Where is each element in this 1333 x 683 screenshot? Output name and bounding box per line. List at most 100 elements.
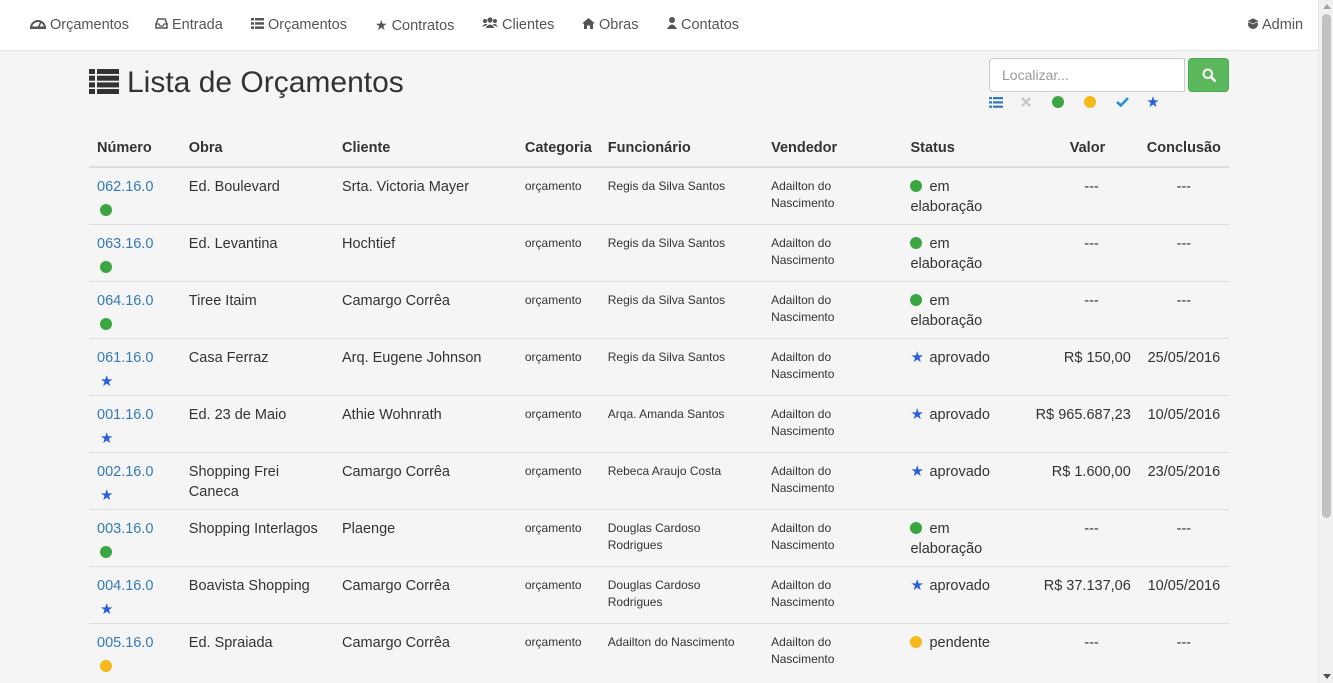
cell-obra: Ed. Boulevard — [180, 166, 334, 224]
search-icon — [1202, 68, 1216, 82]
valor-text: --- — [1084, 292, 1099, 309]
filter-approved-star-icon[interactable]: ★ — [1145, 95, 1161, 110]
in-progress-dot-icon — [910, 521, 923, 534]
approved-star-icon: ★ — [100, 486, 114, 504]
conclusao-text: 10/05/2016 — [1147, 406, 1221, 423]
nav-brand[interactable]: Orçamentos — [29, 0, 129, 50]
column-header-cliente[interactable]: Cliente — [334, 129, 517, 168]
filter-in-progress-dot-icon[interactable] — [1050, 95, 1066, 109]
orcamento-number-link[interactable]: 002.16.0 — [97, 464, 153, 480]
orcamento-number-link[interactable]: 063.16.0 — [97, 236, 153, 252]
column-header-funcionario[interactable]: Funcionário — [599, 129, 764, 168]
cell-numero: 005.16.0 — [89, 622, 181, 680]
nav-item-contatos[interactable]: Contatos — [667, 0, 739, 50]
cell-conclusao: 23/05/2016 — [1138, 451, 1229, 509]
filter-all-list-icon[interactable] — [988, 95, 1004, 109]
cell-funcionario: Adailton do Nascimento — [599, 622, 764, 680]
valor-text: --- — [1084, 634, 1099, 651]
approved-star-icon: ★ — [100, 372, 114, 390]
cell-categoria: orçamento — [516, 451, 600, 509]
valor-text: R$ 1.600,00 — [1051, 463, 1131, 480]
cell-vendedor: Adailton do Nascimento — [763, 508, 903, 566]
column-header-vendedor[interactable]: Vendedor — [763, 129, 903, 168]
in-progress-dot-icon — [100, 204, 112, 216]
scroll-down-arrow-icon[interactable] — [1323, 674, 1331, 679]
users-icon — [482, 0, 498, 50]
cell-numero: 001.16.0 ★ — [89, 394, 181, 452]
cell-status: em elaboração — [902, 166, 1015, 224]
approved-star-icon: ★ — [910, 405, 924, 423]
table-row[interactable]: 064.16.0 Tiree Itaim Camargo Corrêa orçamen… — [89, 280, 1229, 338]
cell-categoria: orçamento — [516, 565, 600, 623]
status-label: aprovado — [929, 349, 990, 366]
nav-item-orcamentos[interactable]: Orçamentos — [251, 0, 347, 50]
in-progress-dot-icon — [910, 293, 923, 306]
cell-numero: 061.16.0 ★ — [89, 337, 181, 395]
cell-funcionario: Arqa. Amanda Santos — [599, 394, 764, 452]
column-header-valor[interactable]: Valor — [1014, 129, 1139, 168]
top-navbar: Orçamentos Entrada Orçamentos ★ Contratos… — [0, 0, 1318, 51]
nav-user-menu[interactable]: Admin — [1246, 0, 1303, 50]
cell-valor: --- — [1014, 280, 1139, 338]
orcamento-number-link[interactable]: 004.16.0 — [97, 578, 153, 594]
column-header-numero[interactable]: Número — [89, 129, 181, 168]
cell-funcionario: Regis da Silva Santos — [599, 337, 764, 395]
valor-text: R$ 150,00 — [1063, 349, 1131, 366]
cell-status: ★ aprovado — [902, 451, 1015, 509]
filter-done-check-icon[interactable] — [1114, 95, 1130, 109]
cell-funcionario: Regis da Silva Santos — [599, 223, 764, 281]
table-row[interactable]: 002.16.0 ★ Shopping Frei Caneca Camargo Cor… — [89, 451, 1229, 509]
filter-pending-dot-icon[interactable] — [1082, 95, 1098, 109]
column-header-conclusao[interactable]: Conclusão — [1138, 129, 1229, 168]
cell-obra: Ed. 23 de Maio — [180, 394, 334, 452]
orcamento-number-link[interactable]: 061.16.0 — [97, 350, 153, 366]
status-label: aprovado — [929, 406, 990, 423]
column-header-obra[interactable]: Obra — [180, 129, 334, 168]
nav-item-clientes[interactable]: Clientes — [482, 0, 554, 50]
orcamento-number-link[interactable]: 001.16.0 — [97, 407, 153, 423]
table-row[interactable]: 003.16.0 Shopping Interlagos Plaenge orçame… — [89, 508, 1229, 566]
in-progress-dot-icon — [100, 260, 112, 273]
cell-cliente: Plaenge — [334, 508, 517, 566]
search-button[interactable] — [1188, 58, 1229, 92]
conclusao-text: --- — [1176, 235, 1192, 252]
nav-item-entrada[interactable]: Entrada — [155, 0, 223, 50]
nav-item-obras[interactable]: Obras — [582, 0, 639, 50]
cell-categoria: orçamento — [516, 280, 600, 338]
status-label: pendente — [929, 634, 990, 651]
search-input[interactable] — [989, 58, 1185, 92]
scroll-up-arrow-icon[interactable] — [1323, 4, 1331, 9]
cell-valor: R$ 37.137,06 — [1014, 565, 1139, 623]
cell-categoria: orçamento — [516, 508, 600, 566]
table-row[interactable]: 004.16.0 ★ Boavista Shopping Camargo Corrêa… — [89, 565, 1229, 623]
orcamento-number-link[interactable]: 003.16.0 — [97, 521, 153, 537]
cell-obra: Shopping Frei Caneca — [180, 451, 334, 509]
table-row[interactable]: 001.16.0 ★ Ed. 23 de Maio Athie Wohnrath orç… — [89, 394, 1229, 452]
filter-cancelled-close-icon[interactable] — [1018, 95, 1034, 109]
cell-obra: Tiree Itaim — [180, 280, 334, 338]
nav-item-contratos[interactable]: ★ Contratos — [375, 0, 454, 50]
cell-status: em elaboração — [902, 280, 1015, 338]
user-icon — [667, 0, 677, 50]
valor-text: --- — [1084, 520, 1099, 537]
page-scrollbar[interactable] — [1318, 0, 1333, 683]
column-header-status[interactable]: Status — [902, 129, 1015, 168]
table-row[interactable]: 063.16.0 Ed. Levantina Hochtief orçamento Re… — [89, 223, 1229, 281]
valor-text: --- — [1084, 235, 1099, 252]
cell-status: pendente — [902, 622, 1015, 680]
scrollbar-thumb[interactable] — [1322, 14, 1331, 518]
table-row[interactable]: 005.16.0 Ed. Spraiada Camargo Corrêa orçame… — [89, 622, 1229, 680]
table-row[interactable]: 062.16.0 Ed. Boulevard Srta. Victoria Maye… — [89, 166, 1229, 224]
table-row[interactable]: 061.16.0 ★ Casa Ferraz Arq. Eugene Johnson o… — [89, 337, 1229, 395]
cell-obra: Boavista Shopping — [180, 565, 334, 623]
page-title-text: Lista de Orçamentos — [127, 66, 404, 99]
in-progress-dot-icon — [910, 236, 923, 249]
pending-dot-icon — [100, 659, 112, 672]
in-progress-dot-icon — [100, 545, 112, 558]
orcamento-number-link[interactable]: 005.16.0 — [97, 635, 153, 651]
column-header-categoria[interactable]: Categoria — [516, 129, 600, 168]
cell-funcionario: Regis da Silva Santos — [599, 166, 764, 224]
status-label: aprovado — [929, 577, 990, 594]
orcamento-number-link[interactable]: 062.16.0 — [97, 179, 153, 195]
orcamento-number-link[interactable]: 064.16.0 — [97, 293, 153, 309]
